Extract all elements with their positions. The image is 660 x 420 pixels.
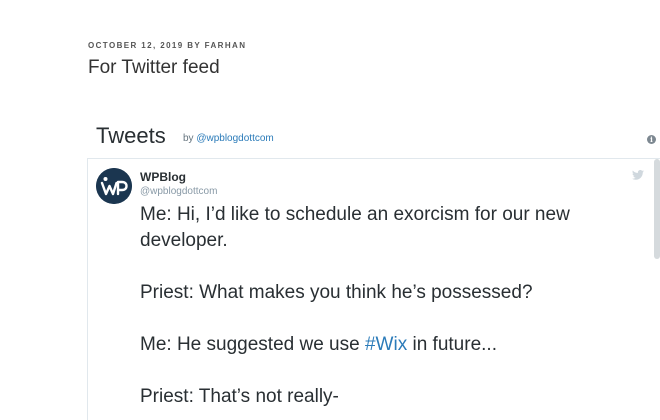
avatar[interactable]	[96, 168, 132, 204]
post-by-label: BY	[187, 41, 202, 50]
post-date[interactable]: OCTOBER 12, 2019	[88, 41, 184, 50]
timeline-by-label: by	[183, 133, 194, 144]
timeline-title[interactable]: Tweets	[96, 123, 166, 149]
tweet-line-prefix: Me: He suggested we use	[140, 334, 365, 355]
twitter-timeline-widget: Tweets by @wpblogdottcom i WPBlog @wpblo…	[87, 114, 660, 420]
tweet-author-name[interactable]: WPBlog	[140, 170, 186, 184]
tweet-line-suffix: in future...	[407, 334, 497, 355]
info-icon[interactable]: i	[647, 135, 656, 144]
tweet-line: Priest: What makes you think he’s posses…	[140, 282, 533, 303]
tweet: WPBlog @wpblogdottcom Me: Hi, I’d like t…	[87, 159, 652, 420]
page: OCTOBER 12, 2019 BY FARHAN For Twitter f…	[0, 0, 660, 420]
tweet-text: Me: Hi, I’d like to schedule an exorcism…	[140, 202, 640, 420]
twitter-bird-icon[interactable]	[632, 170, 644, 180]
tweet-line: Priest: That’s not really-	[140, 386, 339, 407]
post-author[interactable]: FARHAN	[205, 41, 247, 50]
timeline-by-handle-link[interactable]: @wpblogdottcom	[196, 133, 273, 144]
tweet-line: Me: Hi, I’d like to schedule an exorcism…	[140, 204, 570, 251]
hashtag-link[interactable]: #Wix	[365, 334, 407, 355]
post-title[interactable]: For Twitter feed	[88, 57, 220, 79]
post-meta: OCTOBER 12, 2019 BY FARHAN	[88, 41, 246, 50]
tweet-author-handle[interactable]: @wpblogdottcom	[140, 186, 217, 197]
wpblog-logo-icon	[96, 168, 132, 204]
timeline-header: Tweets by @wpblogdottcom i	[87, 114, 660, 158]
timeline-scrollbar[interactable]	[654, 159, 660, 259]
timeline-byline: by @wpblogdottcom	[183, 133, 274, 144]
tweet-line: Me: He suggested we use #Wix in future..…	[140, 332, 640, 358]
